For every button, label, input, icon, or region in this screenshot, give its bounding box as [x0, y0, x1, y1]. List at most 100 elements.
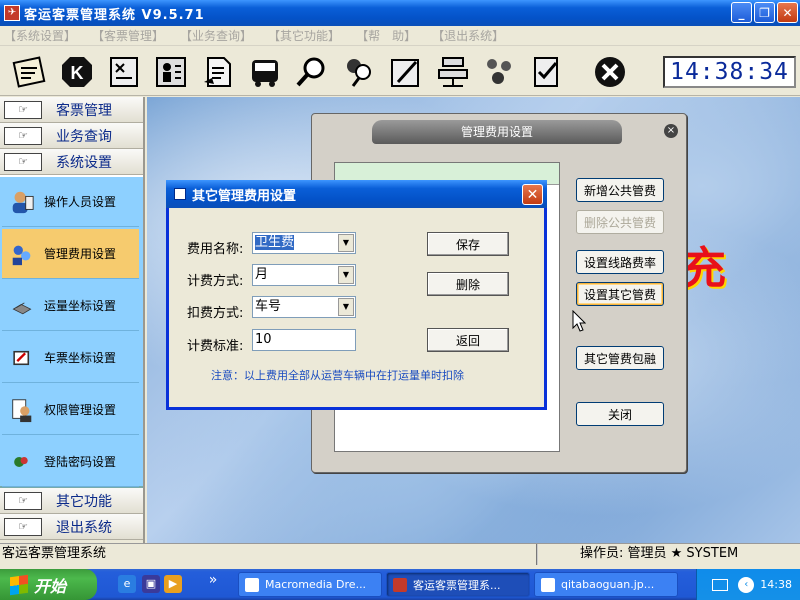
- deduct-method-value: 车号: [255, 299, 282, 314]
- sidebar-item-password[interactable]: 登陆密码设置: [2, 437, 139, 487]
- save-button[interactable]: 保存: [427, 232, 509, 256]
- toolbar: K 14:38:34: [0, 48, 800, 96]
- sidebar-item-traffic-coordinate[interactable]: 运量坐标设置: [2, 281, 139, 331]
- pointing-hand-icon: ☞: [4, 152, 42, 171]
- deduct-method-select[interactable]: 车号 ▼: [252, 296, 356, 318]
- billing-method-select[interactable]: 月 ▼: [252, 264, 356, 286]
- explorer-icon[interactable]: ▣: [142, 575, 160, 593]
- sidebar-header-exit[interactable]: ☞ 退出系统: [0, 514, 143, 540]
- tray-clock: 14:38: [760, 578, 792, 591]
- add-public-fee-button[interactable]: 新增公共管费: [576, 178, 664, 202]
- fee-name-value: 卫生费: [255, 235, 295, 250]
- close-button[interactable]: ✕: [777, 2, 798, 23]
- sidebar-item-fee-settings[interactable]: 管理费用设置: [2, 229, 139, 279]
- start-label: 开始: [34, 576, 67, 596]
- pen-icon[interactable]: [386, 52, 426, 92]
- fee-management-dialog-title: 管理费用设置: [372, 120, 622, 144]
- task-ticket-system[interactable]: 客运客票管理系...: [386, 572, 530, 597]
- tools-icon[interactable]: [104, 52, 144, 92]
- status-bar: 客运客票管理系统 操作员: 管理员 ★ SYSTEM: [0, 543, 800, 565]
- taskbar: 开始 e ▣ ▶ » Macromedia Dre... 客运客票管理系... …: [0, 569, 800, 600]
- magnifier-icon[interactable]: [292, 52, 332, 92]
- start-button[interactable]: 开始: [0, 569, 97, 600]
- task-label: Macromedia Dre...: [265, 578, 367, 591]
- clock-display: 14:38:34: [663, 56, 796, 88]
- chevron-down-icon[interactable]: ▼: [338, 266, 354, 284]
- billing-method-value: 月: [255, 267, 269, 282]
- media-player-icon[interactable]: ▶: [164, 575, 182, 593]
- app-icon: [393, 577, 407, 592]
- sidebar-header-label: 客票管理: [56, 102, 112, 119]
- set-route-rate-button[interactable]: 设置线路费率: [576, 250, 664, 274]
- ticket-icon[interactable]: [10, 52, 50, 92]
- quicklaunch-expand-icon[interactable]: »: [204, 571, 222, 589]
- other-fee-dialog-title: 其它管理费用设置: [192, 188, 297, 204]
- k-icon[interactable]: K: [57, 52, 97, 92]
- pointing-hand-icon: ☞: [4, 491, 42, 510]
- sidebar-header-other[interactable]: ☞ 其它功能: [0, 488, 143, 514]
- task-label: 客运客票管理系...: [413, 578, 501, 592]
- other-fee-dialog-titlebar: 其它管理费用设置 ✕: [166, 180, 547, 208]
- dialog-close-button[interactable]: ✕: [522, 184, 543, 205]
- fee-standard-input[interactable]: 10: [252, 329, 356, 351]
- sidebar-header-label: 其它功能: [56, 493, 112, 510]
- users-icon[interactable]: [480, 52, 520, 92]
- close-icon[interactable]: ×: [664, 124, 678, 138]
- menu-other-functions[interactable]: 【其它功能】: [268, 27, 340, 44]
- sidebar-item-permission[interactable]: 权限管理设置: [2, 385, 139, 435]
- network-icon[interactable]: [433, 52, 473, 92]
- chevron-down-icon[interactable]: ▼: [338, 234, 354, 252]
- sidebar-header-system[interactable]: ☞ 系统设置: [0, 149, 143, 175]
- sidebar-header-query[interactable]: ☞ 业务查询: [0, 123, 143, 149]
- sidebar: ☞ 客票管理 ☞ 业务查询 ☞ 系统设置 操作人员设置 管理费用设置 运量坐标设…: [0, 97, 145, 543]
- sidebar-item-operator[interactable]: 操作人员设置: [2, 177, 139, 227]
- window-menu-icon[interactable]: [174, 188, 186, 200]
- deduction-note: 注意：以上费用全部从运营车辆中在打运量单时扣除: [211, 369, 464, 382]
- bus-icon[interactable]: [245, 52, 285, 92]
- sidebar-item-ticket-coordinate[interactable]: 车票坐标设置: [2, 333, 139, 383]
- delete-button[interactable]: 删除: [427, 272, 509, 296]
- sidebar-header-label: 业务查询: [56, 128, 112, 145]
- back-button[interactable]: 返回: [427, 328, 509, 352]
- traffic-coordinate-icon: [8, 292, 36, 320]
- minimize-button[interactable]: _: [731, 2, 752, 23]
- chevron-down-icon[interactable]: ▼: [338, 298, 354, 316]
- sidebar-header-ticket[interactable]: ☞ 客票管理: [0, 97, 143, 123]
- other-fee-package-button[interactable]: 其它管费包融: [576, 346, 664, 370]
- set-other-fee-button[interactable]: 设置其它管费: [576, 282, 664, 306]
- task-dreamweaver[interactable]: Macromedia Dre...: [238, 572, 382, 597]
- bg-dialog-close-button[interactable]: 关闭: [576, 402, 664, 426]
- menu-exit[interactable]: 【退出系统】: [432, 27, 504, 44]
- menu-help[interactable]: 【帮 助】: [356, 27, 416, 44]
- task-image-viewer[interactable]: qitabaoguan.jp...: [534, 572, 678, 597]
- sidebar-item-label: 操作人员设置: [44, 195, 117, 209]
- image-viewer-icon: [541, 577, 555, 592]
- delete-public-fee-button[interactable]: 删除公共管费: [576, 210, 664, 234]
- window-title: 客运客票管理系统 V9.5.71: [24, 7, 205, 23]
- background-decoration-char: 充: [682, 243, 726, 294]
- ie-icon[interactable]: e: [118, 575, 136, 593]
- person-card-icon[interactable]: [151, 52, 191, 92]
- restore-button[interactable]: ❐: [754, 2, 775, 23]
- tray-expand-icon[interactable]: ‹: [738, 576, 755, 593]
- system-tray: ‹ 14:38: [696, 569, 800, 600]
- fee-name-label: 费用名称:: [187, 242, 244, 257]
- menu-business-query[interactable]: 【业务查询】: [180, 27, 252, 44]
- menu-ticket-management[interactable]: 【客票管理】: [92, 27, 164, 44]
- password-icon: [8, 448, 36, 476]
- permission-icon: [8, 396, 36, 424]
- dreamweaver-icon: [245, 577, 259, 592]
- fee-standard-label: 计费标准:: [187, 339, 244, 354]
- keyboard-icon[interactable]: [712, 578, 729, 591]
- checklist-icon[interactable]: [527, 52, 567, 92]
- operator-icon: [8, 188, 36, 216]
- menu-system-settings[interactable]: 【系统设置】: [4, 27, 76, 44]
- task-label: qitabaoguan.jp...: [561, 578, 655, 591]
- people-search-icon[interactable]: [339, 52, 379, 92]
- document-icon[interactable]: [198, 52, 238, 92]
- deduct-method-label: 扣费方式:: [187, 306, 244, 321]
- sidebar-header-label: 退出系统: [56, 519, 112, 536]
- fee-name-select[interactable]: 卫生费 ▼: [252, 232, 356, 254]
- close-circle-icon[interactable]: [590, 52, 630, 92]
- menu-bar: 【系统设置】 【客票管理】 【业务查询】 【其它功能】 【帮 助】 【退出系统】: [0, 26, 800, 46]
